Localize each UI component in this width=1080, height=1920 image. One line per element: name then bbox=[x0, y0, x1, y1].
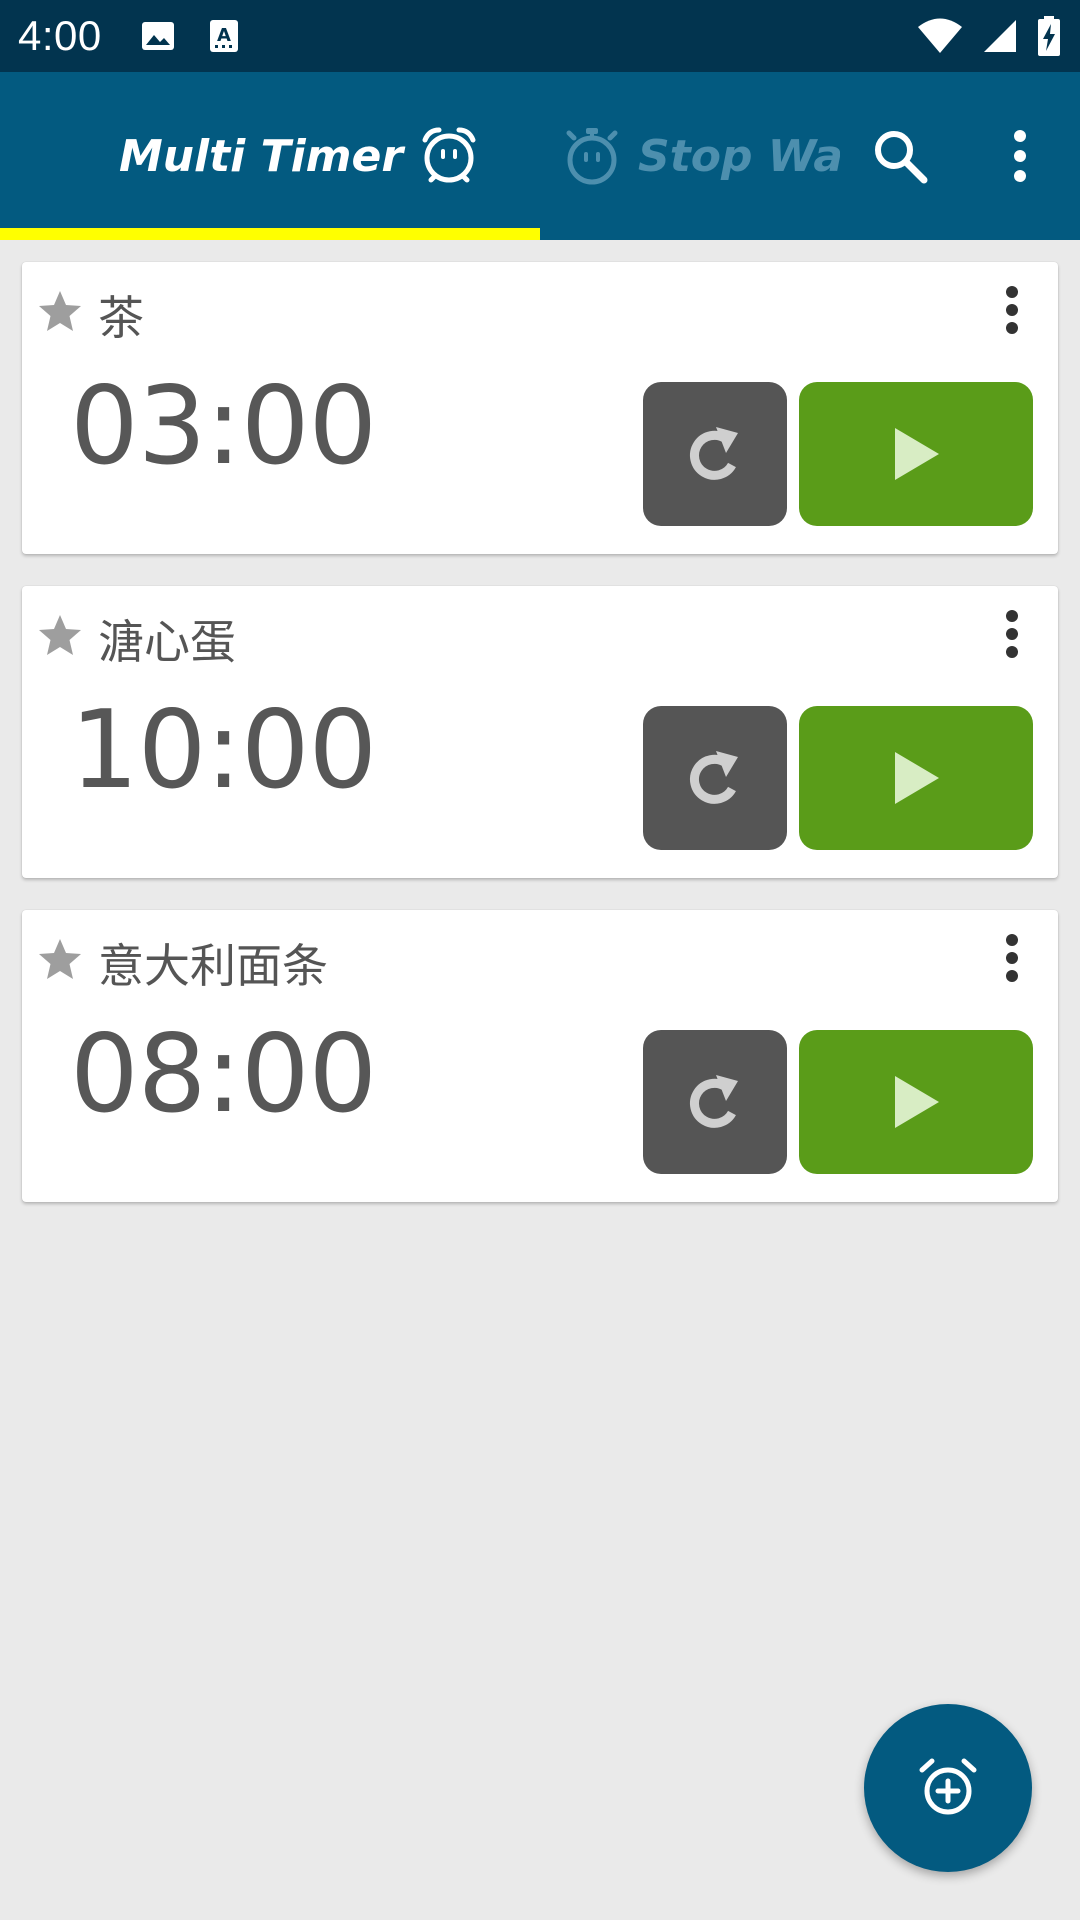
play-button[interactable] bbox=[799, 382, 1033, 526]
image-icon bbox=[140, 18, 176, 54]
tab-selected-indicator bbox=[0, 228, 540, 240]
star-icon[interactable] bbox=[36, 288, 84, 336]
timer-menu-button[interactable] bbox=[982, 928, 1042, 988]
more-vert-icon bbox=[1006, 286, 1018, 334]
keyboard-a-icon: A bbox=[206, 18, 242, 54]
battery-charging-icon bbox=[1036, 16, 1062, 56]
play-button[interactable] bbox=[799, 706, 1033, 850]
status-bar: 4:00 A bbox=[0, 0, 1080, 72]
overflow-menu-button[interactable] bbox=[970, 72, 1070, 240]
timer-time: 08:00 bbox=[70, 1012, 377, 1137]
wifi-icon bbox=[916, 18, 964, 54]
timer-menu-button[interactable] bbox=[982, 280, 1042, 340]
timer-list: 茶 03:00 溏心蛋 10:00 意大利面条 08:00 bbox=[22, 262, 1058, 1234]
timer-card[interactable]: 溏心蛋 10:00 bbox=[22, 586, 1058, 878]
more-vert-icon bbox=[1014, 130, 1026, 182]
refresh-icon bbox=[690, 1075, 738, 1128]
star-icon[interactable] bbox=[36, 936, 84, 984]
signal-icon bbox=[982, 18, 1018, 54]
timer-name: 茶 bbox=[98, 291, 144, 345]
add-timer-fab[interactable] bbox=[864, 1704, 1032, 1872]
tab-multi-timer-label: Multi Timer bbox=[118, 130, 404, 182]
star-icon[interactable] bbox=[36, 612, 84, 660]
tab-stop-watch-label: Stop Watc bbox=[638, 130, 840, 182]
app-bar: Multi Timer Stop Watc bbox=[0, 72, 1080, 240]
play-button[interactable] bbox=[799, 1030, 1033, 1174]
tab-multi-timer[interactable]: Multi Timer bbox=[0, 72, 540, 240]
more-vert-icon bbox=[1006, 610, 1018, 658]
timer-name: 意大利面条 bbox=[98, 939, 328, 993]
search-icon bbox=[875, 131, 928, 184]
search-button[interactable] bbox=[850, 72, 950, 240]
reset-button[interactable] bbox=[643, 382, 787, 526]
timer-name: 溏心蛋 bbox=[98, 615, 236, 669]
timer-time: 03:00 bbox=[70, 364, 377, 489]
timer-menu-button[interactable] bbox=[982, 604, 1042, 664]
timer-card[interactable]: 茶 03:00 bbox=[22, 262, 1058, 554]
tab-stop-watch[interactable]: Stop Watc bbox=[540, 72, 840, 240]
reset-button[interactable] bbox=[643, 706, 787, 850]
status-time: 4:00 bbox=[18, 12, 102, 59]
stopwatch-face-icon bbox=[566, 128, 618, 185]
more-vert-icon bbox=[1006, 934, 1018, 982]
play-icon bbox=[895, 752, 939, 804]
refresh-icon bbox=[690, 751, 738, 804]
timer-time: 10:00 bbox=[70, 688, 377, 813]
play-icon bbox=[895, 428, 939, 480]
play-icon bbox=[895, 1076, 939, 1128]
alarm-clock-face-icon bbox=[422, 127, 476, 183]
refresh-icon bbox=[690, 427, 738, 480]
timer-card[interactable]: 意大利面条 08:00 bbox=[22, 910, 1058, 1202]
reset-button[interactable] bbox=[643, 1030, 787, 1174]
svg-text:A: A bbox=[217, 25, 231, 46]
add-alarm-icon bbox=[919, 1758, 977, 1815]
